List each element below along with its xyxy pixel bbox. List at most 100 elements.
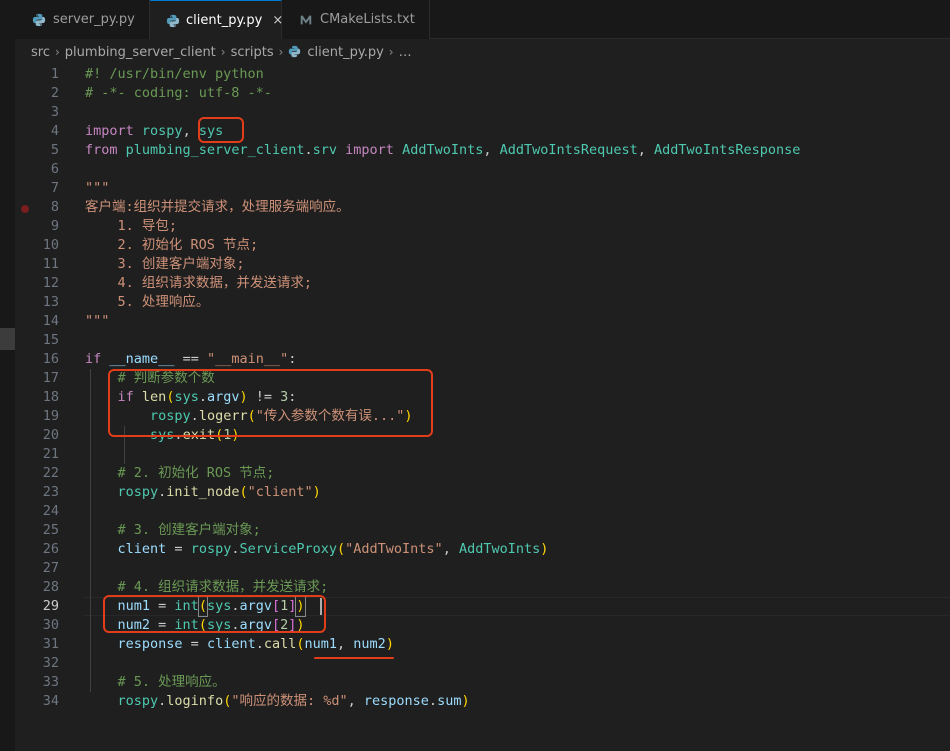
- code-token: from: [85, 142, 118, 158]
- code-token: import: [345, 142, 394, 158]
- code-token: init_node: [166, 484, 240, 500]
- code-line[interactable]: 3: [15, 103, 950, 122]
- line-number: 3: [50, 104, 59, 120]
- code-line[interactable]: 11 3. 创建客户端对象;: [15, 255, 950, 274]
- line-number: 27: [42, 560, 59, 576]
- line-number: 17: [42, 370, 59, 386]
- annotation-underline-call-args: [314, 657, 394, 659]
- breadcrumb-item-file[interactable]: client_py.py: [307, 45, 383, 60]
- code-line[interactable]: 10 2. 初始化 ROS 节点;: [15, 236, 950, 255]
- code-line[interactable]: 13 5. 处理响应。: [15, 293, 950, 312]
- line-number: 25: [42, 522, 59, 538]
- code-token: =: [182, 636, 207, 652]
- scroll-marker: [0, 328, 15, 350]
- breadcrumb-item-scripts[interactable]: scripts: [231, 45, 274, 60]
- code-line[interactable]: 5 from plumbing_server_client.srv import …: [15, 141, 950, 160]
- breadcrumb-item-package[interactable]: plumbing_server_client: [65, 45, 216, 60]
- line-number: 28: [42, 579, 59, 595]
- breadcrumb-item-src[interactable]: src: [31, 45, 50, 60]
- code-line[interactable]: 14 """: [15, 312, 950, 331]
- code-token: AddTwoInts: [402, 142, 484, 158]
- line-code: rospy.init_node("client"): [85, 483, 321, 502]
- code-line[interactable]: 21: [15, 445, 950, 464]
- code-token: 5. 处理响应。: [85, 294, 210, 310]
- line-code: # 5. 处理响应。: [85, 673, 226, 692]
- code-token: sum: [437, 693, 462, 709]
- breadcrumb-item-symbol[interactable]: …: [399, 45, 412, 60]
- code-line[interactable]: 15: [15, 331, 950, 350]
- code-token: # 4. 组织请求数据，并发送请求;: [117, 579, 329, 595]
- code-token: .: [255, 636, 264, 652]
- code-token: ,: [347, 693, 364, 709]
- line-number: 19: [42, 408, 59, 424]
- code-line[interactable]: 34 rospy.loginfo("响应的数据: %d", response.s…: [15, 692, 950, 711]
- line-number: 5: [50, 142, 59, 158]
- line-number: 10: [42, 237, 59, 253]
- chevron-right-icon: ›: [220, 45, 226, 59]
- code-line[interactable]: 12 4. 组织请求数据，并发送请求;: [15, 274, 950, 293]
- code-line[interactable]: 22 # 2. 初始化 ROS 节点;: [15, 464, 950, 483]
- code-line[interactable]: 1 #! /usr/bin/env python: [15, 65, 950, 84]
- code-token: rospy: [141, 123, 183, 139]
- code-token: :: [288, 351, 297, 367]
- code-token: response: [117, 636, 183, 652]
- line-number: 15: [42, 332, 59, 348]
- code-token: # -*- coding: utf-8 -*-: [85, 85, 272, 101]
- breakpoint-icon[interactable]: [21, 205, 29, 213]
- cmake-icon: [298, 12, 314, 28]
- code-token: # 3. 创建客户端对象;: [117, 522, 261, 538]
- tab-cmakelists[interactable]: CMakeLists.txt: [282, 0, 430, 39]
- line-number: 9: [50, 218, 59, 234]
- code-line[interactable]: 9 1. 导包;: [15, 217, 950, 236]
- code-token: "__main__": [206, 351, 289, 367]
- line-number: 33: [42, 674, 59, 690]
- code-line[interactable]: 23 rospy.init_node("client"): [15, 483, 950, 502]
- breadcrumb: src › plumbing_server_client › scripts ›…: [15, 39, 950, 65]
- code-line[interactable]: 4 import rospy, sys: [15, 122, 950, 141]
- code-line[interactable]: 25 # 3. 创建客户端对象;: [15, 521, 950, 540]
- line-code: 3. 创建客户端对象;: [85, 255, 245, 274]
- code-token: #! /usr/bin/env python: [85, 66, 264, 82]
- code-line[interactable]: 33 # 5. 处理响应。: [15, 673, 950, 692]
- line-number: 29: [42, 598, 59, 614]
- code-line[interactable]: 2 # -*- coding: utf-8 -*-: [15, 84, 950, 103]
- line-number: 26: [42, 541, 59, 557]
- code-token: if: [85, 351, 102, 367]
- code-token: # 5. 处理响应。: [117, 674, 226, 690]
- tab-client-py[interactable]: client_py.py ×: [150, 0, 283, 40]
- code-line[interactable]: 6: [15, 160, 950, 179]
- code-line[interactable]: 31 response = client.call(num1, num2): [15, 635, 950, 654]
- line-code: # 2. 初始化 ROS 节点;: [85, 464, 275, 483]
- line-code: 1. 导包;: [85, 217, 178, 236]
- code-line[interactable]: 32: [15, 654, 950, 673]
- python-icon: [288, 45, 302, 59]
- chevron-right-icon: ›: [388, 45, 394, 59]
- code-token: AddTwoIntsResponse: [654, 142, 801, 158]
- code-token: __name__: [109, 351, 175, 367]
- code-line[interactable]: 27: [15, 559, 950, 578]
- line-number: 6: [50, 161, 59, 177]
- editor-tab-bar: server_py.py client_py.py × CMakeLists.t…: [15, 0, 950, 40]
- code-token: ): [312, 484, 321, 500]
- code-line[interactable]: 24: [15, 502, 950, 521]
- code-line[interactable]: 8 客户端:组织并提交请求，处理服务端响应。: [15, 198, 950, 217]
- code-token: 2. 初始化 ROS 节点;: [85, 237, 259, 253]
- line-number: 14: [42, 313, 59, 329]
- code-token: num2: [353, 636, 386, 652]
- code-line[interactable]: 16 if __name__ == "__main__":: [15, 350, 950, 369]
- code-editor[interactable]: 1 #! /usr/bin/env python 2 # -*- coding: ut…: [15, 65, 950, 751]
- code-token: plumbing_server_client: [125, 142, 305, 158]
- line-code: # 3. 创建客户端对象;: [85, 521, 261, 540]
- code-token: ): [461, 693, 470, 709]
- code-token: ): [385, 636, 394, 652]
- code-token: 客户端:组织并提交请求，处理服务端响应。: [85, 199, 350, 215]
- code-line[interactable]: 26 client = rospy.ServiceProxy("AddTwoIn…: [15, 540, 950, 559]
- tab-server-py[interactable]: server_py.py: [15, 0, 150, 39]
- code-line[interactable]: 7 """: [15, 179, 950, 198]
